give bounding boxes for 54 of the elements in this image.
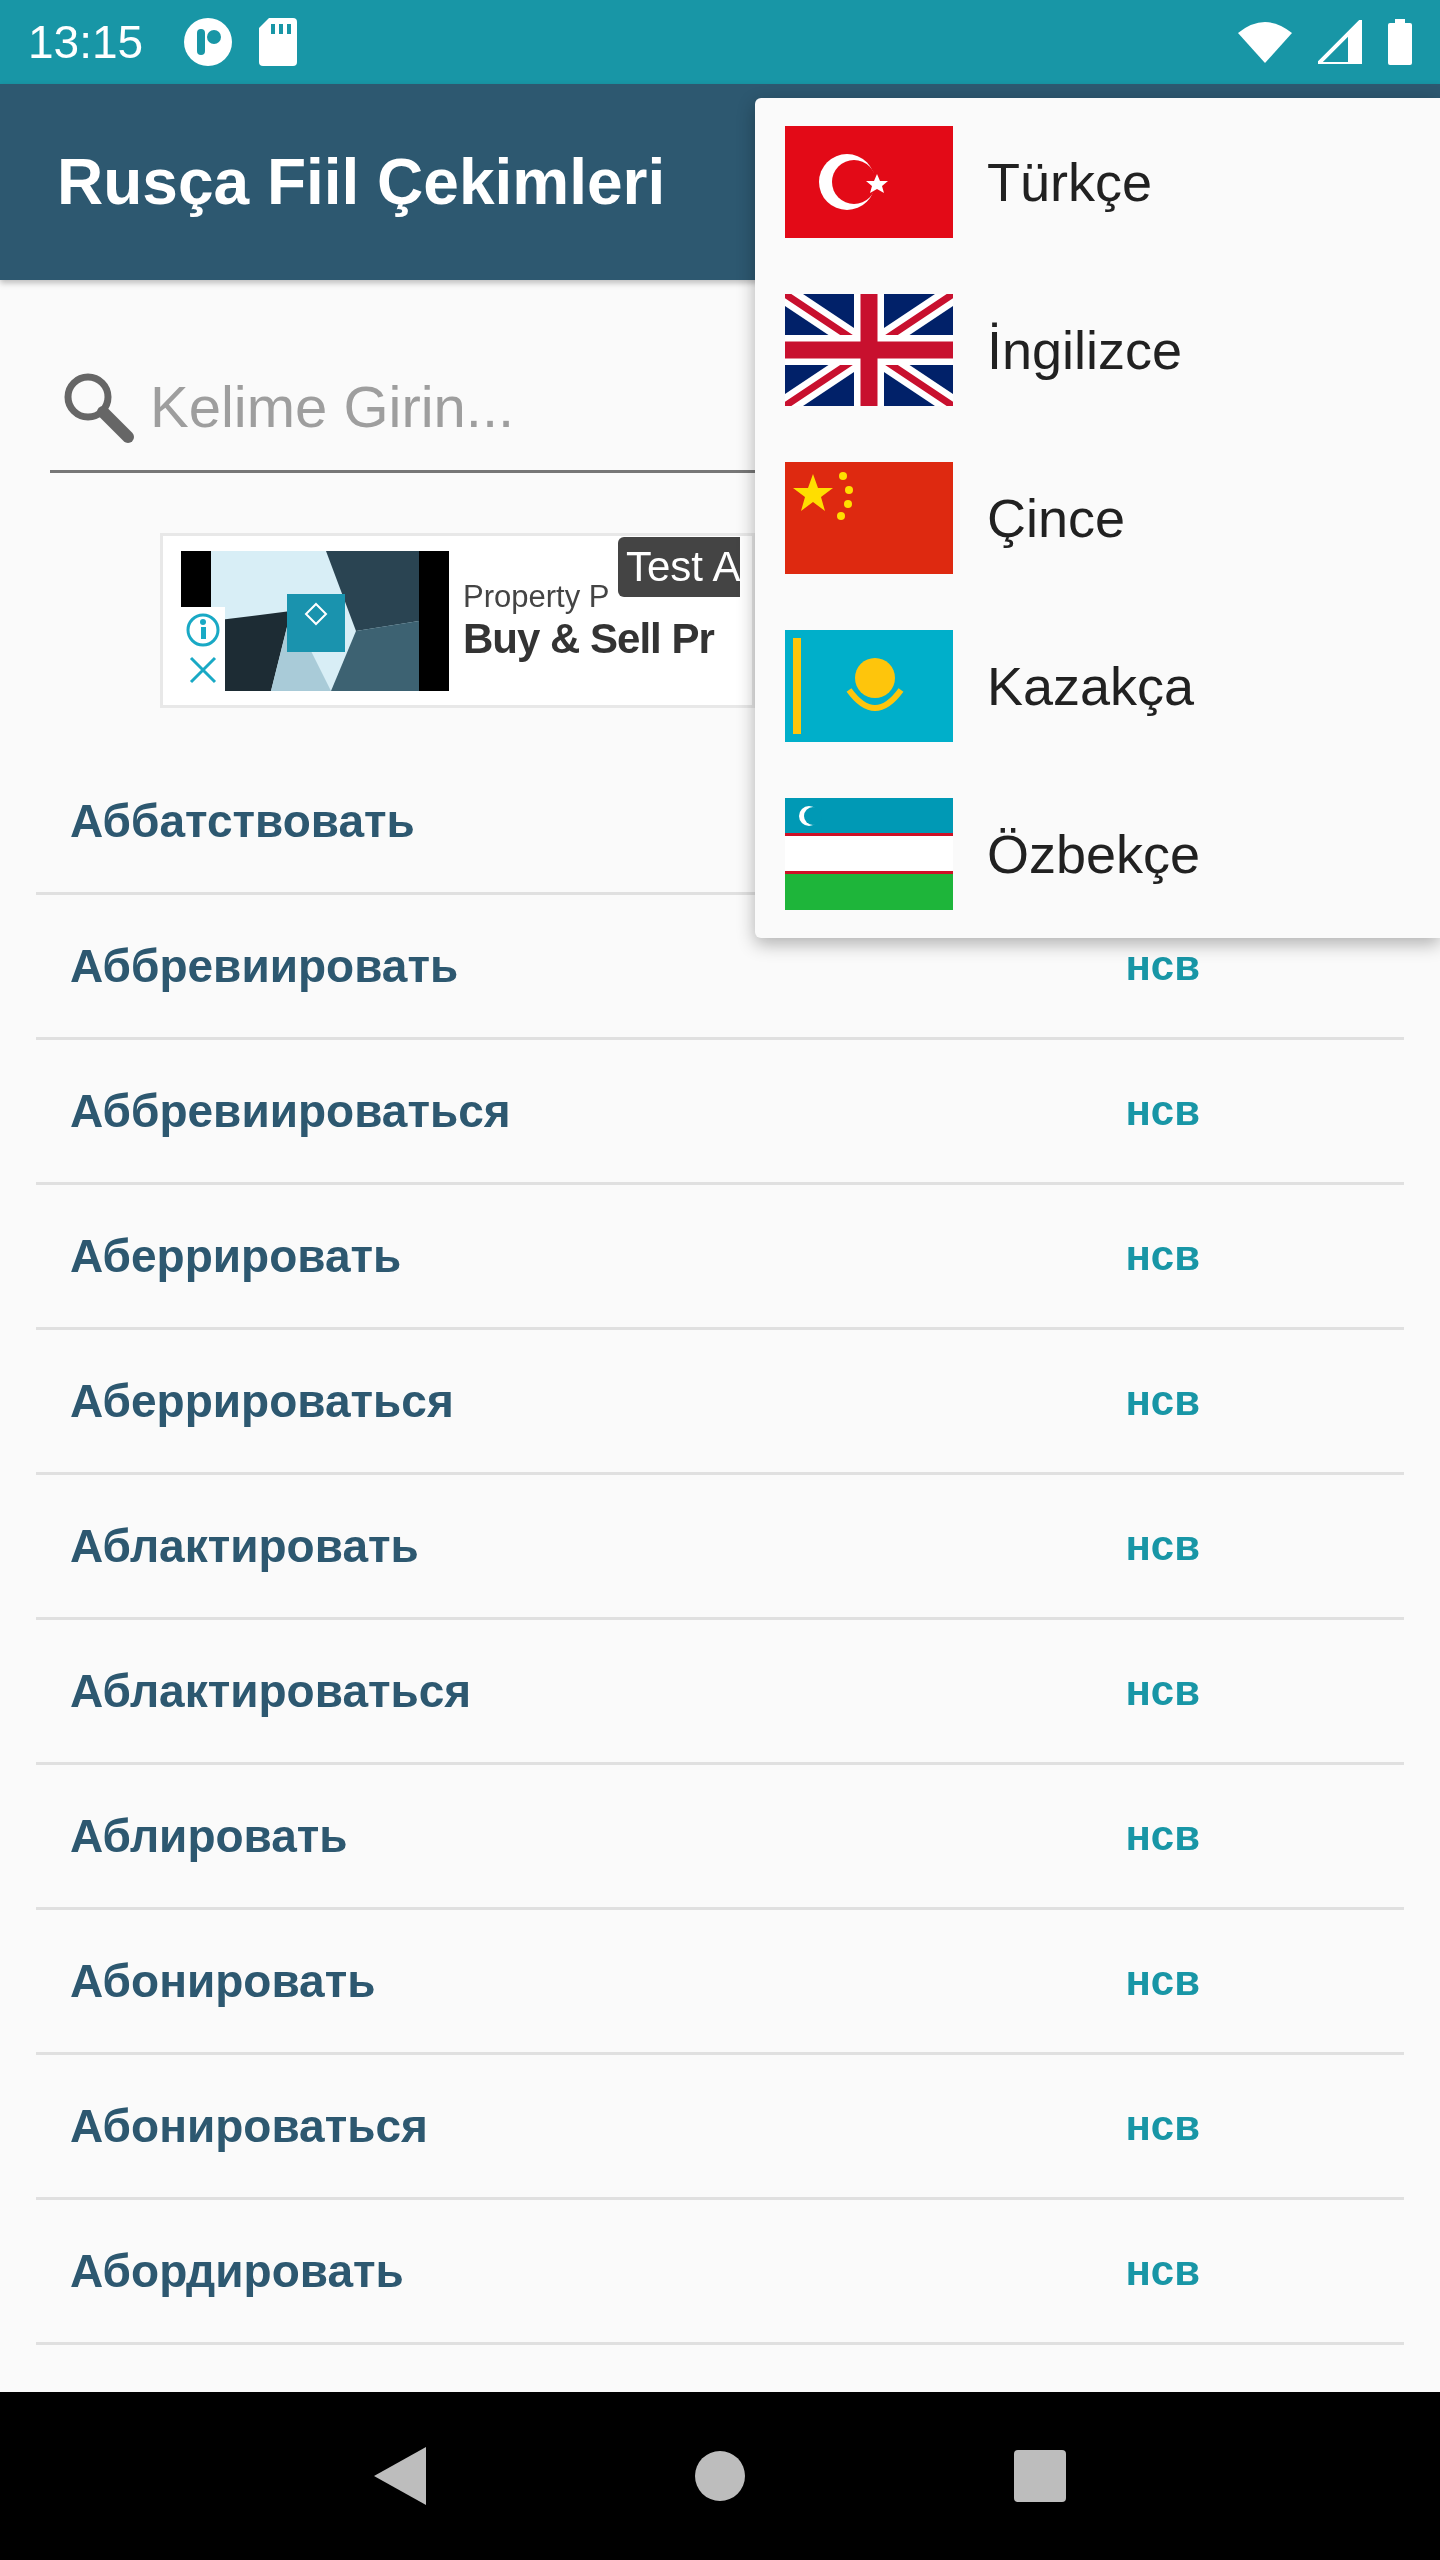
language-menu-item[interactable]: Çince [755, 434, 1440, 602]
info-icon[interactable] [186, 612, 220, 647]
verb-word: Абонировать [70, 1954, 377, 2008]
language-menu-item[interactable]: İngilizce [755, 266, 1440, 434]
clock: 13:15 [28, 15, 144, 69]
aspect-label: нсв [1125, 1087, 1200, 1135]
verb-row[interactable]: Аббревиироваться нсв [36, 1040, 1404, 1185]
wifi-icon [1238, 21, 1292, 63]
app-notification-icon [183, 17, 234, 67]
verb-row[interactable]: Абонировать нсв [36, 1910, 1404, 2055]
verb-word: Аблировать [70, 1809, 349, 1863]
close-icon[interactable] [188, 654, 218, 685]
language-menu-item[interactable]: Türkçe [755, 98, 1440, 266]
verb-word: Аберрировать [70, 1229, 403, 1283]
aspect-label: нсв [1125, 1232, 1200, 1280]
verb-word: Аблактироваться [70, 1664, 473, 1718]
verb-row[interactable]: Аблировать нсв [36, 1765, 1404, 1910]
verb-row[interactable]: Абордировать нсв [36, 2200, 1404, 2345]
aspect-label: нсв [1125, 2247, 1200, 2295]
search-field[interactable]: Kelime Girin... [148, 372, 752, 441]
signal-icon [1318, 20, 1362, 64]
verb-row[interactable]: Абонироваться нсв [36, 2055, 1404, 2200]
flag-icon [785, 126, 953, 238]
aspect-label: нсв [1125, 942, 1200, 990]
flag-icon [785, 294, 953, 406]
verb-row[interactable]: Аберрировать нсв [36, 1185, 1404, 1330]
aspect-label: нсв [1125, 1522, 1200, 1570]
verb-row[interactable]: Аберрироваться нсв [36, 1330, 1404, 1475]
aspect-label: нсв [1125, 1377, 1200, 1425]
recents-icon[interactable] [1013, 2450, 1066, 2502]
back-icon[interactable] [374, 2447, 427, 2505]
ad-headline: Buy & Sell Pr [463, 614, 714, 663]
flag-icon [785, 462, 953, 574]
flag-icon [785, 798, 953, 910]
sd-card-icon [259, 18, 298, 66]
aspect-label: нсв [1125, 1812, 1200, 1860]
app-title: Rusça Fiil Çekimleri [57, 145, 666, 219]
verb-word: Абордировать [70, 2244, 405, 2298]
flag-icon [785, 630, 953, 742]
aspect-label: нсв [1125, 1957, 1200, 2005]
verb-word: Аберрироваться [70, 1374, 455, 1428]
battery-icon [1388, 19, 1412, 65]
ad-advertiser: Property P [463, 578, 611, 615]
verb-row[interactable]: Аблактироваться нсв [36, 1620, 1404, 1765]
verb-row[interactable]: Аблактировать нсв [36, 1475, 1404, 1620]
test-ad-badge: Test A [618, 537, 741, 597]
aspect-label: нсв [1125, 2102, 1200, 2150]
verb-word: Абонироваться [70, 2099, 429, 2153]
verb-word: Аббатствовать [70, 794, 416, 848]
aspect-label: нсв [1125, 1667, 1200, 1715]
verb-word: Аббревиировать [70, 939, 460, 993]
home-icon[interactable] [695, 2451, 745, 2501]
verb-word: Аблактировать [70, 1519, 420, 1573]
verb-word: Аббревиироваться [70, 1084, 512, 1138]
